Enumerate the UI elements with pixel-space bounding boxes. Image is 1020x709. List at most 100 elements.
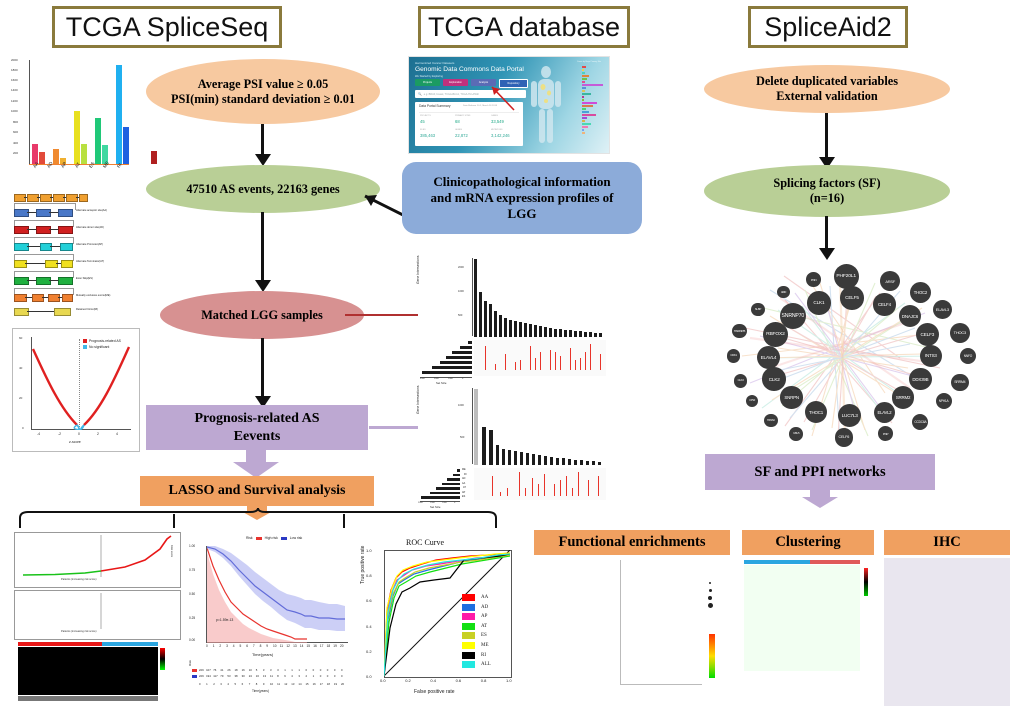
km-risk-count: 1 [298, 668, 300, 672]
ppi-node: CCDC8A [912, 414, 929, 431]
column-title-spliceaid2: SpliceAid2 [748, 6, 908, 48]
ppi-node: CDK1 [726, 349, 741, 363]
ppi-node: THOC1 [804, 401, 828, 424]
km-table-xtick: 13 [291, 682, 295, 686]
ppi-node: CLK3 [733, 373, 748, 388]
km-table-xtick: 7 [248, 682, 251, 686]
km-risk-count: 0 [333, 674, 336, 678]
km-table-xtick: 8 [255, 682, 258, 686]
roc-xtick: 0.4 [430, 678, 436, 683]
km-risk-count: 3 [298, 674, 300, 678]
as-event-row-ad: Alternate donor site(AD) [14, 220, 134, 235]
roc-legend-label: AA [481, 595, 489, 600]
km-xtick: 16 [313, 644, 317, 648]
km-risk-count: 194 [206, 674, 211, 678]
flow-node-clinical-info: Clinicopathological information and mRNA… [402, 162, 642, 234]
flow-node-matched-samples: Matched LGG samples [160, 291, 364, 339]
ppi-node: ELAVL2 [873, 401, 895, 423]
km-table-xtick: 15 [305, 682, 309, 686]
km-risk-count: 229 [199, 674, 204, 678]
roc-legend-swatch [462, 661, 475, 669]
gdc-brand: Harmonized Cancer Datasets [415, 61, 455, 65]
roc-legend-label: AT [481, 623, 488, 629]
ppi-node: CELF4 [873, 293, 896, 316]
ppi-node: SNRPN [780, 386, 803, 409]
volcano-ytick: 40 [19, 366, 23, 370]
flow-node-prognosis-events: Prognosis-related AS Eevents [146, 405, 368, 450]
km-xtick: 13 [293, 644, 297, 648]
ppi-network-graphic: PHF20L1 ARSF PNN THOC2 CLK1 CELF5 CELF4 ARID ELA… [700, 258, 990, 453]
column-title-text: SpliceAid2 [764, 11, 892, 42]
km-risk-count: 13 [262, 674, 267, 678]
km-table-xtick: 14 [298, 682, 302, 686]
km-xtick: 3 [226, 644, 228, 648]
km-risk-count: 10 [248, 668, 252, 672]
ppi-node: ARSF [880, 271, 901, 292]
km-xtick: 8 [259, 644, 262, 648]
panel-label: Functional enrichments [558, 534, 706, 551]
gdc-nav-projects[interactable]: Projects [415, 79, 440, 86]
arrow-matched-to-upset-line [345, 314, 427, 316]
km-survival-panel: Risk High risk Low risk 1.00 0.75 0.50 0… [184, 532, 354, 704]
reference-exon-row [14, 194, 88, 202]
ppi-network-nodes: PHF20L1 ARSF PNN THOC2 CLK1 CELF5 CELF4 ARID ELA… [700, 258, 990, 453]
km-risk-count: 1 [312, 674, 315, 678]
km-risk-count: 79 [220, 674, 224, 678]
roc-legend-label: ES [481, 633, 487, 639]
ppi-node: DNAJC6 [898, 304, 922, 328]
as-event-bar-chart: 2000 1800 1600 1400 1200 1000 800 600 40… [10, 58, 157, 176]
km-pvalue: p=1.59e-13 [216, 618, 234, 622]
arrow-delete-to-sf-line [825, 113, 828, 161]
roc-legend-swatch [462, 642, 475, 649]
roc-legend-swatch [462, 594, 475, 601]
km-risk-count: 0 [319, 668, 322, 672]
ppi-node: RBFOX2 [763, 321, 788, 347]
km-risk-count: 3 [277, 668, 279, 672]
roc-legend-item: AT [462, 622, 488, 630]
km-risk-count: 0 [319, 674, 322, 678]
ppi-node: INTS3 [919, 344, 942, 368]
km-legend-low: Low risk [289, 536, 303, 540]
clustering-heatmap-panel [742, 558, 882, 706]
prognosis-line1: Prognosis-related AS [194, 411, 320, 426]
km-table-xtick: 1 [206, 682, 208, 686]
km-risk-count: 2 [305, 674, 308, 678]
body-silhouette-graphic [531, 66, 561, 143]
km-xtick: 18 [326, 644, 331, 648]
splicing-factors-line2: (n=16) [809, 191, 845, 205]
flow-node-splicing-factors: Splicing factors (SF) (n=16) [704, 165, 950, 217]
arrow-criteria-to-events-line [261, 124, 264, 156]
ppi-node: CLK2 [762, 367, 786, 391]
gdc-nav-exploration[interactable]: Exploration [443, 79, 468, 86]
panel-label: IHC [933, 534, 961, 551]
km-risk-count: 18 [234, 668, 238, 672]
roc-title: ROC Curve [406, 538, 444, 547]
km-risk-count: 4 [291, 674, 293, 678]
upset-plot-bottom: Gene Intersections 1000 500 ME RI AD AA … [416, 386, 608, 510]
roc-xtick: 0.8 [480, 678, 487, 683]
km-xtick: 9 [266, 644, 269, 648]
upset-xlabel: Set Size [436, 381, 447, 385]
km-risk-count: 1 [291, 668, 293, 672]
km-table-xtick: 12 [284, 682, 288, 686]
roc-ytick: 0.4 [366, 623, 372, 629]
km-table-xtick: 19 [333, 682, 338, 686]
roc-legend-swatch [462, 632, 475, 640]
ppi-node: UBL5 [789, 427, 804, 441]
ppi-node: ELAVL3 [932, 299, 953, 320]
panel-header-ihc: IHC [884, 530, 1010, 555]
km-risk-count: 41 [220, 668, 224, 672]
lasso-label: LASSO and Survival analysis [168, 483, 346, 499]
upset2-set-labels: ME RI AD AA AT AP ES [462, 468, 467, 498]
km-risk-count: 0 [326, 674, 329, 678]
roc-legend: AA AD AP AT ES ME RI ALL [462, 594, 524, 674]
km-risk-count: 0 [333, 668, 336, 672]
sf-ppi-label: SF and PPI networks [754, 463, 886, 480]
risk-score-ylabel: Risk score [170, 545, 173, 558]
upset-ylabel: Gene Intersections [416, 255, 420, 284]
risk-score-xlabel: Patients (increasing risk score) [61, 578, 97, 581]
km-xtick: 0 [206, 644, 208, 648]
volcano-xtick: 2 [97, 432, 99, 436]
roc-legend-item: AD [462, 603, 488, 611]
ihc-image-panel [884, 558, 1010, 706]
